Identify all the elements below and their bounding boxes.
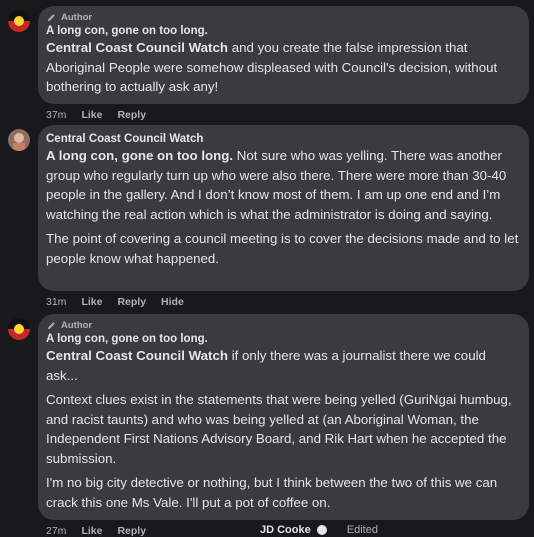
comment-text: Central Coast Council Watch and you crea… [46, 40, 498, 94]
pencil-icon [47, 14, 55, 22]
flag-avatar[interactable] [8, 10, 30, 32]
comment-paragraph: Context clues exist in the statements th… [46, 392, 512, 466]
like-button[interactable]: Like [81, 525, 102, 537]
comment-bubble: Author A long con, gone on too long. Cen… [38, 314, 529, 520]
photo-avatar[interactable] [8, 129, 30, 151]
comment-actions: 27m Like Reply [46, 524, 161, 537]
comment-actions: 37m Like Reply [46, 108, 161, 122]
reply-button[interactable]: Reply [117, 525, 146, 537]
reply-indicator: JD Cooke Edited [260, 524, 378, 536]
mention-link[interactable]: Central Coast Council Watch [46, 348, 228, 363]
comment-paragraph: I'm no big city detective or nothing, bu… [46, 475, 498, 510]
commenter-name[interactable]: A long con, gone on too long. [46, 24, 521, 38]
comment-text: Central Coast Council Watch if only ther… [46, 348, 486, 383]
reply-button[interactable]: Reply [117, 109, 146, 121]
commenter-name[interactable]: Central Coast Council Watch [46, 132, 521, 146]
hide-button[interactable]: Hide [161, 296, 184, 308]
author-badge: Author [46, 319, 521, 332]
pencil-icon [47, 322, 55, 330]
reply-button[interactable]: Reply [117, 296, 146, 308]
comment-bubble: Author A long con, gone on too long. Cen… [38, 6, 529, 104]
verified-icon [316, 525, 327, 535]
flag-avatar[interactable] [8, 318, 30, 340]
timestamp[interactable]: 31m [46, 296, 66, 308]
replier-name[interactable]: JD Cooke [260, 524, 311, 536]
mention-link[interactable]: Central Coast Council Watch [46, 40, 228, 55]
timestamp[interactable]: 27m [46, 525, 66, 537]
like-button[interactable]: Like [81, 109, 102, 121]
comment-paragraph: The point of covering a council meeting … [46, 231, 519, 266]
edited-label: Edited [346, 524, 378, 536]
timestamp[interactable]: 37m [46, 109, 66, 121]
author-badge: Author [46, 11, 521, 24]
like-button[interactable]: Like [81, 296, 102, 308]
mention-link[interactable]: A long con, gone on too long. [46, 148, 233, 163]
commenter-name[interactable]: A long con, gone on too long. [46, 332, 521, 346]
comment-bubble: Central Coast Council Watch A long con, … [38, 125, 529, 291]
comment-actions: 31m Like Reply Hide [46, 295, 199, 309]
comment-text: A long con, gone on too long. Not sure w… [46, 148, 507, 222]
comment-thread: Author A long con, gone on too long. Cen… [0, 0, 534, 537]
